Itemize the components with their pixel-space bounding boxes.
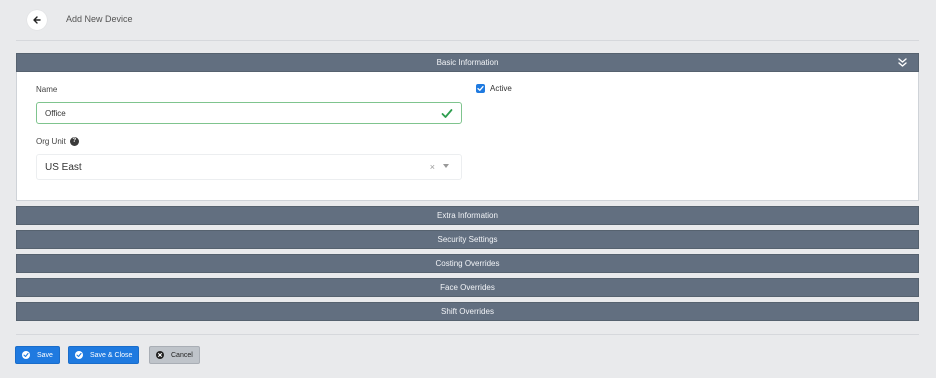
section-header-basic-information[interactable]: Basic Information [16, 53, 919, 72]
save-label: Save [37, 351, 53, 359]
close-circle-icon [156, 351, 164, 359]
section-extra-information: Extra Information [16, 206, 919, 225]
org-unit-value: US East [45, 161, 82, 173]
section-security-settings: Security Settings [16, 230, 919, 249]
save-button[interactable]: Save [15, 346, 60, 364]
checkmark-icon [441, 109, 453, 118]
name-label: Name [36, 85, 58, 94]
double-chevron-down-icon[interactable] [897, 57, 908, 68]
section-header-costing-overrides[interactable]: Costing Overrides [16, 254, 919, 273]
section-header-security-settings[interactable]: Security Settings [16, 230, 919, 249]
cancel-label: Cancel [171, 351, 193, 359]
section-title: Security Settings [437, 235, 498, 244]
check-circle-icon [75, 351, 83, 359]
section-title: Shift Overrides [441, 307, 494, 316]
active-label: Active [490, 84, 512, 93]
section-title: Extra Information [437, 211, 498, 220]
section-title: Basic Information [436, 58, 499, 67]
section-header-extra-information[interactable]: Extra Information [16, 206, 919, 225]
cancel-button[interactable]: Cancel [149, 346, 200, 364]
section-costing-overrides: Costing Overrides [16, 254, 919, 273]
basic-information-panel: Name Office Org Unit? US East × Active [16, 72, 919, 201]
page-title: Add New Device [66, 14, 133, 24]
check-circle-icon [22, 351, 30, 359]
active-checkbox[interactable] [476, 84, 485, 93]
org-unit-label-row: Org Unit? [36, 137, 79, 147]
name-field[interactable]: Office [36, 102, 462, 124]
checkbox-check-icon [477, 85, 484, 91]
top-bar: Add New Device [0, 0, 936, 41]
section-title: Face Overrides [440, 283, 495, 292]
save-and-close-label: Save & Close [90, 351, 133, 359]
name-value: Office [45, 108, 66, 118]
section-shift-overrides: Shift Overrides [16, 302, 919, 321]
save-and-close-button[interactable]: Save & Close [68, 346, 140, 364]
org-unit-label: Org Unit [36, 137, 66, 146]
divider [16, 334, 919, 335]
help-icon[interactable]: ? [69, 137, 79, 147]
clear-icon[interactable]: × [430, 162, 435, 172]
section-face-overrides: Face Overrides [16, 278, 919, 297]
divider [16, 40, 919, 41]
org-unit-select[interactable]: US East × [36, 154, 462, 180]
chevron-down-icon[interactable] [443, 164, 449, 168]
section-header-shift-overrides[interactable]: Shift Overrides [16, 302, 919, 321]
arrow-left-icon [33, 16, 41, 24]
back-button[interactable] [27, 10, 47, 30]
section-title: Costing Overrides [435, 259, 500, 268]
section-header-face-overrides[interactable]: Face Overrides [16, 278, 919, 297]
section-basic-information: Basic Information [16, 53, 919, 72]
active-checkbox-row[interactable]: Active [476, 84, 512, 93]
